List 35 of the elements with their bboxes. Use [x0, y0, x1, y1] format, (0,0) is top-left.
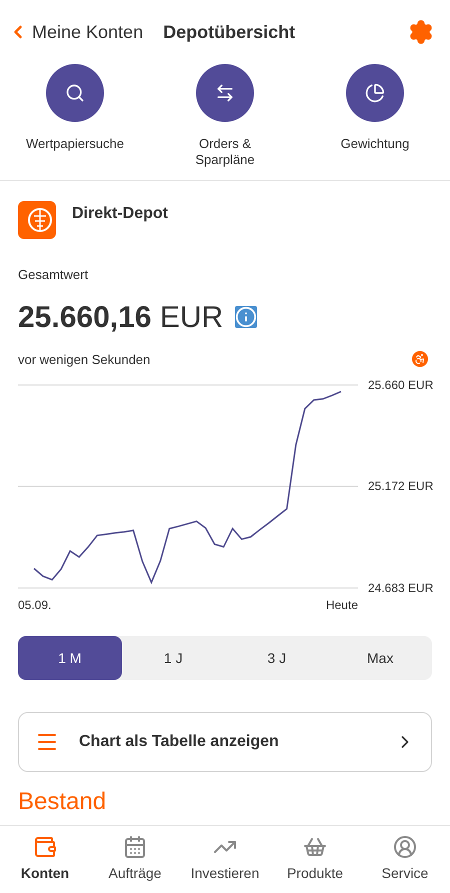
pie-chart-icon	[365, 83, 385, 103]
wallet-icon	[33, 835, 57, 859]
calendar-icon	[123, 835, 147, 859]
basket-icon	[303, 835, 327, 859]
nav-tab[interactable]: Konten	[0, 826, 90, 893]
table-view-button[interactable]: Chart als Tabelle anzeigen	[18, 712, 432, 772]
nav-tab[interactable]: Investieren	[180, 826, 270, 893]
range-tab[interactable]: 1 M	[18, 636, 122, 680]
nav-tab[interactable]: Produkte	[270, 826, 360, 893]
update-time: vor wenigen Sekunden	[18, 350, 150, 369]
settings-icon[interactable]	[408, 19, 434, 45]
range-tab[interactable]: 1 J	[122, 636, 225, 680]
nav-tab[interactable]: Service	[360, 826, 450, 893]
action-button[interactable]: Gewichtung	[300, 64, 450, 168]
info-icon[interactable]	[235, 306, 258, 328]
axis-label: 05.09.	[18, 597, 52, 614]
action-button[interactable]: Orders & Sparpläne	[150, 64, 300, 168]
range-tab[interactable]: 3 J	[225, 636, 328, 680]
axis-label: 25.172 EUR	[368, 480, 434, 492]
axis-label: 25.660 EUR	[368, 379, 434, 391]
accessibility-icon[interactable]	[412, 351, 428, 368]
action-button[interactable]: Wertpapiersuche	[0, 64, 150, 168]
person-icon	[393, 835, 417, 859]
range-tab[interactable]: Max	[328, 636, 432, 680]
page-title: Depotübersicht	[163, 20, 296, 44]
total-amount: 25.660,16 EUR	[18, 300, 224, 336]
search-icon	[65, 83, 85, 103]
total-label: Gesamtwert	[18, 266, 90, 284]
axis-label: Heute	[326, 597, 358, 614]
arrows-icon	[215, 83, 235, 103]
section-title: Bestand	[18, 788, 106, 815]
account-name: Direkt-Depot	[72, 204, 168, 224]
back-button[interactable]: Meine Konten	[8, 18, 144, 46]
nav-tab[interactable]: Aufträge	[90, 826, 180, 893]
axis-label: 24.683 EUR	[368, 582, 434, 594]
